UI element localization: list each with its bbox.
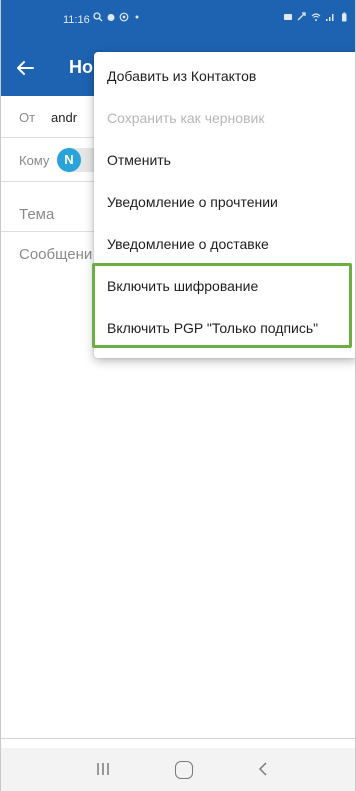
- status-system-icons: [283, 12, 349, 22]
- from-label: От: [19, 110, 36, 125]
- call-forward-icon: [297, 12, 306, 21]
- bottom-divider: [1, 738, 355, 739]
- home-icon[interactable]: [175, 761, 193, 779]
- battery-icon: [342, 12, 347, 22]
- to-label: Кому: [19, 153, 50, 168]
- menu-item-read-receipt[interactable]: Уведомление о прочтении: [94, 181, 355, 223]
- wifi-icon: [311, 13, 321, 21]
- status-notification-icons: [93, 12, 142, 22]
- signal-icon: [326, 14, 334, 21]
- menu-item-discard[interactable]: Отменить: [94, 139, 355, 181]
- menu-item-enable-pgp-sign-only[interactable]: Включить PGP "Только подпись": [94, 307, 355, 349]
- menu-item-save-draft: Сохранить как черновик: [107, 110, 265, 126]
- search-icon: [93, 12, 103, 22]
- status-bar: 11:16: [1, 0, 355, 40]
- menu-item-enable-encryption[interactable]: Включить шифрование: [94, 265, 355, 307]
- alarm-icon: [107, 14, 115, 21]
- menu-item-delivery-receipt[interactable]: Уведомление о доставке: [94, 223, 355, 265]
- overflow-menu: Добавить из Контактов Сохранить как черн…: [94, 52, 355, 358]
- system-nav-bar: [1, 748, 355, 791]
- message-body-placeholder[interactable]: Сообщени: [19, 246, 92, 263]
- mute-icon: [284, 14, 292, 20]
- status-time: 11:16: [63, 14, 90, 26]
- menu-item-add-from-contacts[interactable]: Добавить из Контактов: [94, 55, 355, 97]
- nav-back-icon[interactable]: [255, 761, 271, 777]
- screen: 11:16 Но От andr Кому N Тема Сообщени До…: [0, 0, 356, 791]
- subject-placeholder: Тема: [19, 206, 55, 223]
- page-title: Но: [69, 57, 93, 77]
- from-account-value[interactable]: andr: [51, 110, 77, 125]
- recent-apps-icon[interactable]: [95, 761, 111, 777]
- recipient-avatar: N: [57, 148, 81, 172]
- at-icon: [119, 12, 129, 22]
- back-arrow-icon[interactable]: [13, 56, 37, 80]
- dot-icon: [135, 15, 139, 19]
